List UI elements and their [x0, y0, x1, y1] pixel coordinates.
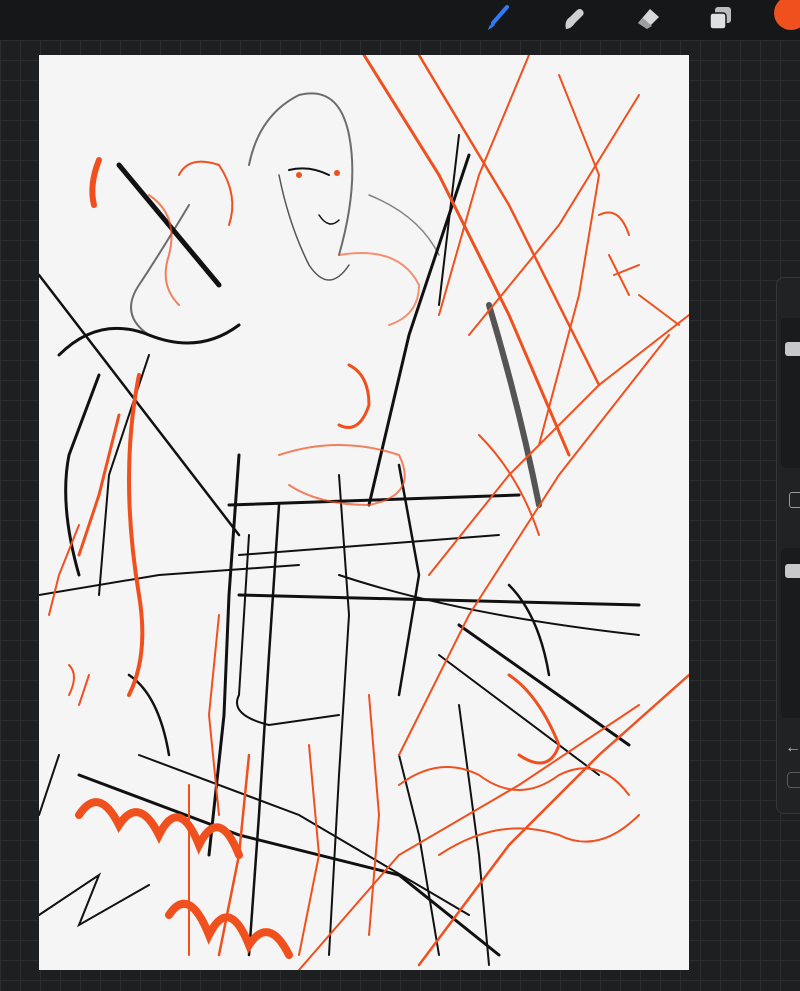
brush-size-thumb[interactable]	[785, 342, 800, 356]
sketch-artwork	[39, 55, 689, 970]
smudge-icon	[565, 9, 584, 29]
eraser-icon	[638, 9, 659, 29]
smudge-tool-button[interactable]	[553, 0, 593, 36]
undo-arrow-icon[interactable]: ←	[785, 740, 800, 756]
layers-tool-button[interactable]	[700, 0, 740, 36]
opacity-thumb[interactable]	[785, 564, 800, 578]
color-picker-button[interactable]	[774, 0, 800, 30]
eraser-tool-button[interactable]	[628, 0, 668, 36]
side-panel: ←	[776, 277, 800, 814]
top-toolbar	[0, 0, 800, 40]
square-icon[interactable]	[789, 492, 800, 508]
brush-size-slider[interactable]	[781, 318, 800, 468]
layers-icon	[709, 7, 731, 30]
brush-tool-button[interactable]	[478, 0, 518, 36]
opacity-slider[interactable]	[781, 548, 800, 718]
orange-sketch-strokes	[48, 55, 689, 970]
redo-icon[interactable]	[787, 772, 800, 788]
drawing-canvas[interactable]	[39, 55, 689, 970]
brush-icon	[488, 5, 509, 30]
